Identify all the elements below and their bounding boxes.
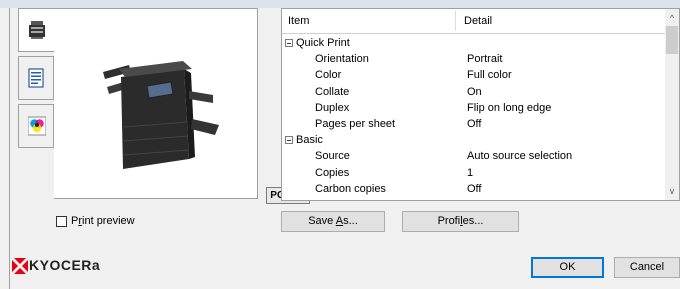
tab-printer[interactable] [18,8,56,52]
scroll-down-arrow-icon[interactable]: v [665,184,679,198]
setting-label: Color [315,69,342,82]
vertical-scrollbar[interactable]: ^ v [665,9,679,200]
setting-row[interactable]: Collate On [282,84,666,100]
setting-row[interactable]: Source Auto source selection [282,148,666,164]
group-label: Quick Print [296,37,350,49]
kyocera-logo-mark-icon [12,258,28,274]
list-header: Item Detail [282,9,666,34]
settings-list[interactable]: Item Detail Quick Print Orientation Portra… [281,8,680,201]
setting-value: Full color [467,69,512,82]
tab-color[interactable] [18,104,54,148]
group-row[interactable]: Quick Print [282,35,666,51]
profiles-button[interactable]: Profiles... [402,211,519,232]
ok-button[interactable]: OK [531,257,604,278]
setting-row[interactable]: Duplex Flip on long edge [282,100,666,116]
scroll-thumb[interactable] [666,26,678,54]
left-border [9,8,10,289]
collapse-toggle-icon[interactable] [285,136,293,145]
setting-label: Duplex [315,101,350,114]
setting-value: Portrait [467,53,503,66]
column-header-detail[interactable]: Detail [464,15,492,27]
setting-label: Orientation [315,53,369,66]
setting-value: Auto source selection [467,150,573,163]
setting-value: Off [467,182,482,195]
scroll-up-arrow-icon[interactable]: ^ [665,11,679,25]
printer-icon [29,21,45,39]
setting-row[interactable]: Carbon copies Off [282,181,666,197]
left-tab-strip [18,8,56,150]
printer-image [103,61,219,169]
setting-label: Copies [315,166,350,179]
column-separator[interactable] [455,11,456,31]
color-icon [28,116,46,136]
print-preview-label[interactable]: Print preview [71,215,135,227]
setting-label: Carbon copies [315,182,386,195]
list-rows: Quick Print Orientation Portrait Color Full … [282,35,666,197]
setting-row[interactable]: Copies 1 [282,165,666,181]
save-as-button[interactable]: Save As... [281,211,385,232]
setting-value: 1 [467,166,474,179]
setting-label: Collate [315,85,350,98]
setting-row[interactable]: Orientation Portrait [282,51,666,67]
print-preview-checkbox[interactable] [56,216,67,227]
top-band [0,0,680,8]
setting-label: Source [315,150,350,163]
setting-label: Pages per sheet [315,117,396,130]
setting-row[interactable]: Pages per sheet Off [282,116,666,132]
collapse-toggle-icon[interactable] [285,39,293,47]
setting-value: Off [467,117,482,130]
printer-preview-pane: PCL XL [54,8,310,204]
setting-value: Flip on long edge [467,101,552,114]
brand-name: KYOCERa [29,257,101,273]
setting-value: On [467,85,482,98]
setting-row[interactable]: Color Full color [282,67,666,83]
cancel-button[interactable]: Cancel [614,257,680,278]
group-row[interactable]: Basic [282,132,666,148]
tab-document[interactable] [18,56,54,100]
document-icon [28,68,44,88]
column-header-item[interactable]: Item [288,15,309,27]
group-label: Basic [296,134,323,147]
